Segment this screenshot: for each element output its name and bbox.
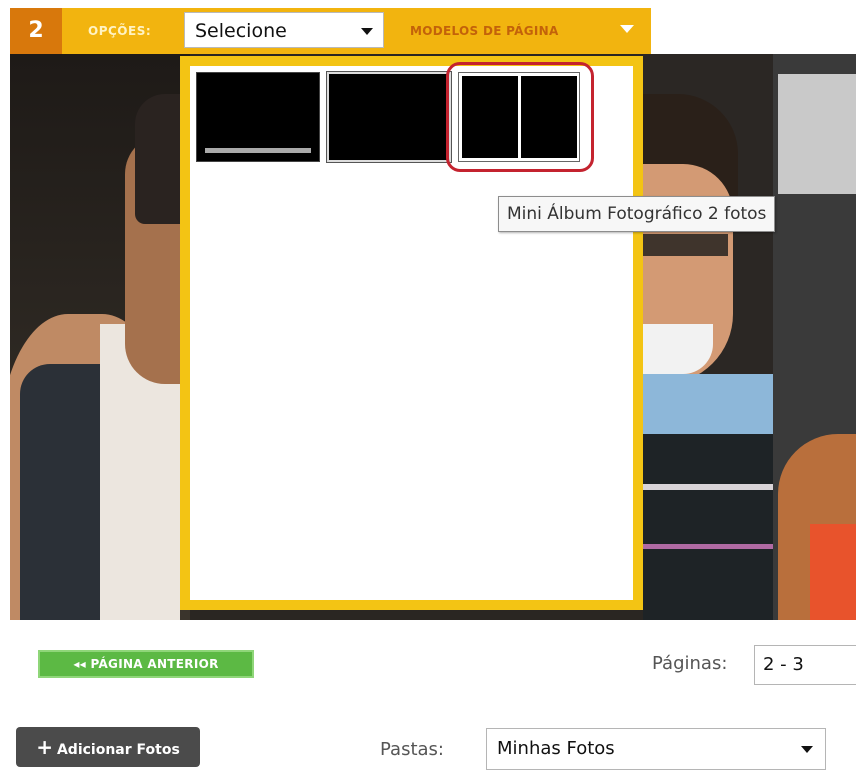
template-tooltip: Mini Álbum Fotográfico 2 fotos (498, 196, 776, 232)
folders-select-value: Minhas Fotos (497, 738, 615, 759)
folders-label: Pastas: (380, 739, 444, 760)
pages-select[interactable]: 2 - 3 (754, 645, 856, 685)
selection-highlight (446, 62, 594, 172)
options-select-value: Selecione (195, 20, 287, 42)
template-single-photo-caption[interactable] (196, 72, 320, 162)
chevron-down-icon (620, 25, 634, 33)
pages-label: Páginas: (652, 653, 728, 674)
options-label: OPÇÕES: (88, 24, 152, 38)
plus-icon: + (36, 735, 53, 759)
template-single-photo[interactable] (326, 71, 452, 163)
page-number: 2 (10, 8, 62, 54)
add-photos-label: Adicionar Fotos (56, 742, 180, 758)
page-models-button[interactable]: MODELOS DE PÁGINA (396, 8, 651, 54)
chevron-down-icon (361, 28, 373, 35)
previous-page-button[interactable]: ◂◂ PÁGINA ANTERIOR (38, 650, 254, 678)
folders-select[interactable]: Minhas Fotos (486, 728, 826, 770)
options-select[interactable]: Selecione (184, 12, 384, 48)
chevron-down-icon (801, 746, 813, 753)
add-photos-button[interactable]: + Adicionar Fotos (16, 727, 200, 767)
page-models-label: MODELOS DE PÁGINA (410, 24, 559, 38)
pages-select-value: 2 - 3 (763, 654, 804, 675)
caption-bar (205, 148, 311, 153)
